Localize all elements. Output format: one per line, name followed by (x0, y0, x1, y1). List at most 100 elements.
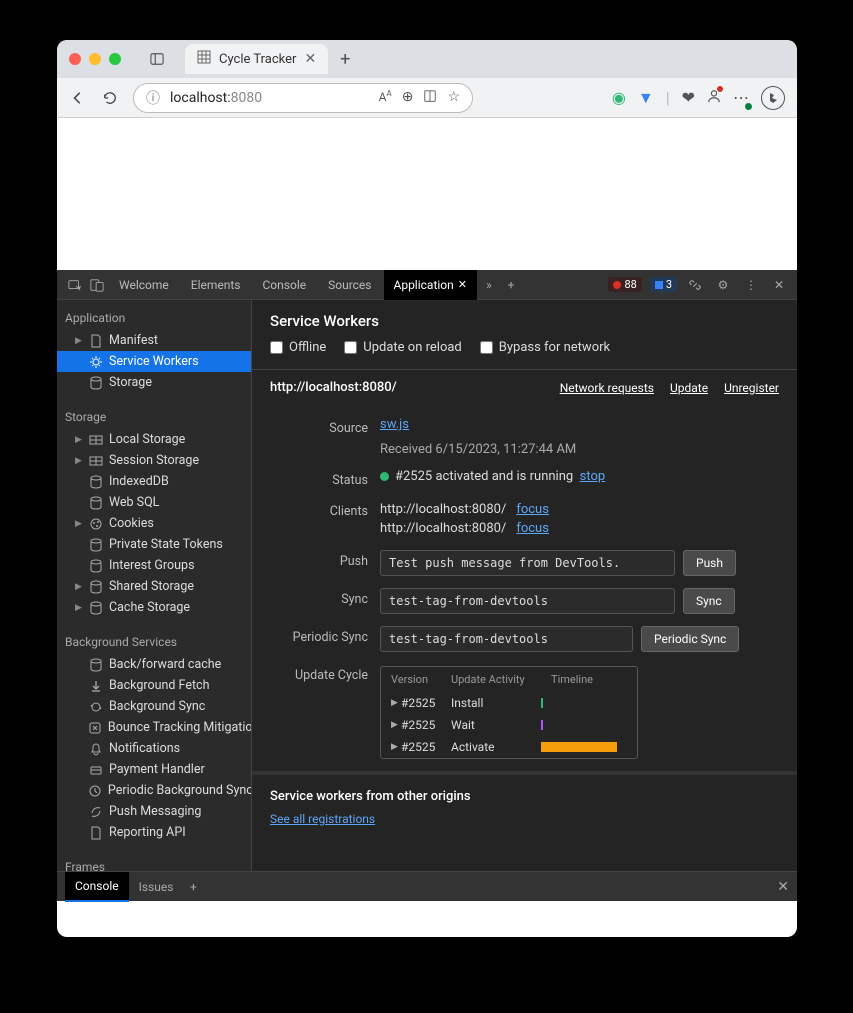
sidebar-item-storage-1[interactable]: ▶Session Storage (57, 450, 251, 471)
tab-sources[interactable]: Sources (318, 270, 381, 300)
sidebar-item-bg-2[interactable]: ▶Background Sync (57, 696, 251, 717)
add-drawer-tab-icon[interactable]: + (183, 877, 203, 897)
profile-icon[interactable] (707, 88, 721, 107)
sidebar-item-storage-2[interactable]: ▶IndexedDB (57, 471, 251, 492)
close-devtools-icon[interactable]: ✕ (769, 275, 789, 295)
push-input[interactable] (380, 550, 675, 576)
back-button[interactable] (69, 89, 87, 107)
status-dot-icon (380, 472, 389, 481)
sidebar-toggle-icon[interactable] (145, 49, 169, 69)
tab-elements[interactable]: Elements (181, 270, 251, 300)
tab-application[interactable]: Application✕ (384, 270, 477, 300)
stop-link[interactable]: stop (580, 469, 606, 484)
devtools-drawer: Console Issues + ✕ (57, 871, 797, 901)
storage-icon (89, 601, 103, 615)
push-button[interactable]: Push (683, 550, 736, 576)
sidebar-item-bg-8[interactable]: ▶Reporting API (57, 822, 251, 843)
periodic-sync-button[interactable]: Periodic Sync (641, 626, 739, 652)
refresh-button[interactable] (101, 89, 119, 107)
focus-link[interactable]: focus (516, 502, 549, 517)
sidebar-item-storage-6[interactable]: ▶Interest Groups (57, 555, 251, 576)
settings-icon[interactable]: ⚙ (713, 275, 733, 295)
close-drawer-icon[interactable]: ✕ (777, 879, 789, 895)
see-all-registrations-link[interactable]: See all registrations (270, 812, 375, 826)
source-file-link[interactable]: sw.js (380, 417, 409, 432)
sidebar-item-bg-4[interactable]: ▶Notifications (57, 738, 251, 759)
minimize-window-button[interactable] (89, 53, 101, 65)
update-cycle-row[interactable]: ▶#2525Activate (381, 736, 637, 758)
sidebar-item-bg-6[interactable]: ▶Periodic Background Sync (57, 780, 251, 801)
grid-icon (197, 50, 211, 68)
extension-icon-1[interactable]: ◉ (612, 88, 626, 107)
update-cycle-row[interactable]: ▶#2525Wait (381, 714, 637, 736)
site-info-icon[interactable]: ⓘ (146, 88, 160, 108)
drawer-tab-console[interactable]: Console (65, 872, 129, 902)
link-network-requests[interactable]: Network requests (560, 381, 654, 395)
gear-icon (89, 355, 103, 369)
update-cycle-row[interactable]: ▶#2525Install (381, 692, 637, 714)
client-row: http://localhost:8080/focus (380, 519, 779, 538)
kebab-icon[interactable]: ⋮ (741, 275, 761, 295)
sync-input[interactable] (380, 588, 675, 614)
tab-welcome[interactable]: Welcome (109, 270, 179, 300)
sidebar-item-manifest[interactable]: ▶Manifest (57, 330, 251, 351)
bing-icon[interactable] (761, 86, 785, 110)
sidebar-item-storage-0[interactable]: ▶Local Storage (57, 429, 251, 450)
sidebar-item-bg-0[interactable]: ▶Back/forward cache (57, 654, 251, 675)
close-window-button[interactable] (69, 53, 81, 65)
sidebar-item-storage[interactable]: ▶Storage (57, 372, 251, 393)
favorite-icon[interactable]: ☆ (447, 89, 460, 107)
sidebar-item-storage-3[interactable]: ▶Web SQL (57, 492, 251, 513)
checkbox-offline[interactable]: Offline (270, 340, 326, 355)
more-tabs-icon[interactable]: » (479, 275, 499, 295)
storage-icon (89, 496, 103, 510)
page-content (57, 118, 797, 270)
close-tab-icon[interactable]: ✕ (304, 51, 316, 67)
more-icon[interactable]: ⋯ (733, 88, 749, 107)
checkbox-update-on-reload[interactable]: Update on reload (344, 340, 461, 355)
error-badge[interactable]: 88 (608, 277, 641, 292)
device-icon[interactable] (87, 275, 107, 295)
sidebar-item-bg-1[interactable]: ▶Background Fetch (57, 675, 251, 696)
sw-checkbox-row: Offline Update on reload Bypass for netw… (252, 330, 797, 369)
bg-icon (89, 742, 103, 756)
tab-console[interactable]: Console (253, 270, 317, 300)
tab-title: Cycle Tracker (219, 52, 296, 67)
sw-scope-url: http://localhost:8080/ (270, 380, 397, 395)
sync-label: Sync (270, 588, 380, 607)
bg-icon (89, 700, 103, 714)
reader-icon[interactable] (423, 89, 437, 107)
sidebar-item-storage-4[interactable]: ▶Cookies (57, 513, 251, 534)
drawer-tab-issues[interactable]: Issues (129, 872, 184, 902)
periodic-sync-input[interactable] (380, 626, 633, 652)
close-tab-icon[interactable]: ✕ (458, 278, 467, 291)
extension-icon-3[interactable]: ❤ (682, 88, 695, 107)
sidebar-item-bg-5[interactable]: ▶Payment Handler (57, 759, 251, 780)
address-bar[interactable]: ⓘ localhost:8080 AA ⊕ ☆ (133, 83, 473, 113)
sidebar-item-storage-7[interactable]: ▶Shared Storage (57, 576, 251, 597)
new-tab-button[interactable]: + (328, 49, 362, 70)
text-size-icon[interactable]: AA (379, 89, 392, 107)
sidebar-item-bg-3[interactable]: ▶Bounce Tracking Mitigation (57, 717, 251, 738)
source-label: Source (270, 417, 380, 436)
inspect-icon[interactable] (65, 275, 85, 295)
link-unregister[interactable]: Unregister (724, 381, 779, 395)
checkbox-bypass-network[interactable]: Bypass for network (480, 340, 610, 355)
divider: | (666, 88, 670, 107)
sync-button[interactable]: Sync (683, 588, 735, 614)
sidebar-item-bg-7[interactable]: ▶Push Messaging (57, 801, 251, 822)
status-label: Status (270, 469, 380, 488)
title-bar: Cycle Tracker ✕ + (57, 40, 797, 78)
info-badge[interactable]: 3 (650, 277, 677, 292)
maximize-window-button[interactable] (109, 53, 121, 65)
browser-tab[interactable]: Cycle Tracker ✕ (185, 44, 328, 74)
focus-link[interactable]: focus (516, 521, 549, 536)
link-icon[interactable] (685, 275, 705, 295)
sidebar-item-storage-5[interactable]: ▶Private State Tokens (57, 534, 251, 555)
extension-icon-2[interactable]: ▼ (638, 88, 654, 108)
sidebar-item-storage-8[interactable]: ▶Cache Storage (57, 597, 251, 618)
add-tab-icon[interactable]: + (501, 275, 521, 295)
link-update[interactable]: Update (670, 381, 708, 395)
zoom-icon[interactable]: ⊕ (402, 89, 414, 107)
sidebar-item-service-workers[interactable]: ▶Service Workers (57, 351, 251, 372)
